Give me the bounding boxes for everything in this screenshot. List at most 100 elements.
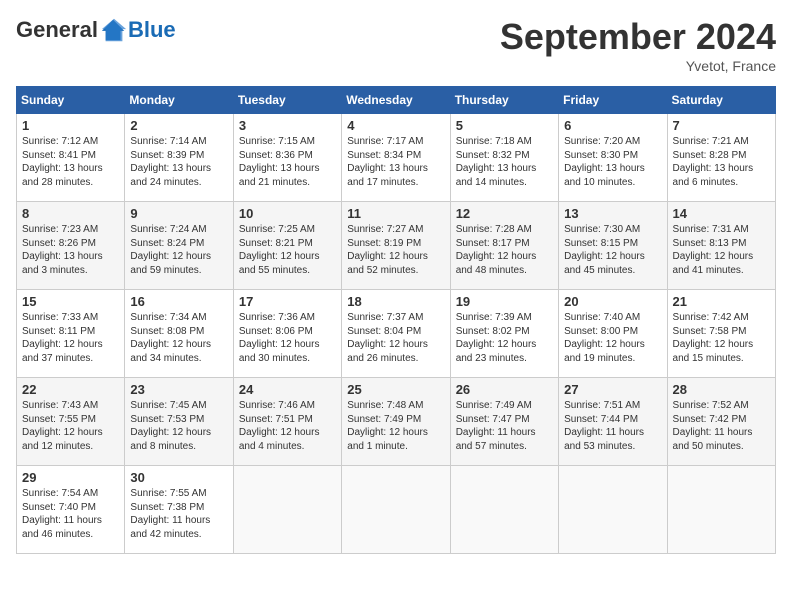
cell-content: Sunrise: 7:34 AM Sunset: 8:08 PM Dayligh…: [130, 311, 227, 365]
cell-content: Sunrise: 7:49 AM Sunset: 7:47 PM Dayligh…: [456, 399, 553, 453]
cell-content: Sunrise: 7:48 AM Sunset: 7:49 PM Dayligh…: [347, 399, 444, 453]
day-number: 20: [564, 294, 661, 309]
day-number: 13: [564, 206, 661, 221]
day-number: 11: [347, 206, 444, 221]
cell-content: Sunrise: 7:51 AM Sunset: 7:44 PM Dayligh…: [564, 399, 661, 453]
header-thursday: Thursday: [450, 87, 558, 114]
table-row: 17 Sunrise: 7:36 AM Sunset: 8:06 PM Dayli…: [233, 290, 341, 378]
table-row: 6Sunrise: 7:20 AM Sunset: 8:30 PM Daylig…: [559, 114, 667, 202]
cell-content: Sunrise: 7:25 AM Sunset: 8:21 PM Dayligh…: [239, 223, 336, 277]
day-number: 9: [130, 206, 227, 221]
calendar-week-row: 29 Sunrise: 7:54 AM Sunset: 7:40 PM Dayli…: [17, 466, 776, 554]
cell-content: Sunrise: 7:39 AM Sunset: 8:02 PM Dayligh…: [456, 311, 553, 365]
cell-content: Sunrise: 7:14 AM Sunset: 8:39 PM Dayligh…: [130, 135, 227, 189]
day-number: 29: [22, 470, 119, 485]
cell-content: Sunrise: 7:46 AM Sunset: 7:51 PM Dayligh…: [239, 399, 336, 453]
day-number: 15: [22, 294, 119, 309]
day-number: 14: [673, 206, 770, 221]
day-number: 1: [22, 118, 119, 133]
calendar-header-row: Sunday Monday Tuesday Wednesday Thursday…: [17, 87, 776, 114]
logo-icon: [100, 16, 128, 44]
month-title: September 2024: [500, 16, 776, 58]
cell-content: Sunrise: 7:33 AM Sunset: 8:11 PM Dayligh…: [22, 311, 119, 365]
day-number: 27: [564, 382, 661, 397]
logo: General Blue: [16, 16, 176, 44]
cell-content: Sunrise: 7:17 AM Sunset: 8:34 PM Dayligh…: [347, 135, 444, 189]
cell-content: Sunrise: 7:27 AM Sunset: 8:19 PM Dayligh…: [347, 223, 444, 277]
title-block: September 2024 Yvetot, France: [500, 16, 776, 74]
table-row: 19 Sunrise: 7:39 AM Sunset: 8:02 PM Dayli…: [450, 290, 558, 378]
table-row: 25 Sunrise: 7:48 AM Sunset: 7:49 PM Dayli…: [342, 378, 450, 466]
cell-content: Sunrise: 7:54 AM Sunset: 7:40 PM Dayligh…: [22, 487, 119, 541]
table-row: [233, 466, 341, 554]
day-number: 21: [673, 294, 770, 309]
cell-content: Sunrise: 7:31 AM Sunset: 8:13 PM Dayligh…: [673, 223, 770, 277]
header-saturday: Saturday: [667, 87, 775, 114]
page-header: General Blue September 2024 Yvetot, Fran…: [16, 16, 776, 74]
table-row: 16 Sunrise: 7:34 AM Sunset: 8:08 PM Dayli…: [125, 290, 233, 378]
cell-content: Sunrise: 7:18 AM Sunset: 8:32 PM Dayligh…: [456, 135, 553, 189]
day-number: 18: [347, 294, 444, 309]
day-number: 7: [673, 118, 770, 133]
day-number: 19: [456, 294, 553, 309]
table-row: 22 Sunrise: 7:43 AM Sunset: 7:55 PM Dayli…: [17, 378, 125, 466]
table-row: 24 Sunrise: 7:46 AM Sunset: 7:51 PM Dayli…: [233, 378, 341, 466]
day-number: 2: [130, 118, 227, 133]
calendar-week-row: 15 Sunrise: 7:33 AM Sunset: 8:11 PM Dayli…: [17, 290, 776, 378]
table-row: 18Sunrise: 7:37 AM Sunset: 8:04 PM Dayli…: [342, 290, 450, 378]
header-friday: Friday: [559, 87, 667, 114]
day-number: 30: [130, 470, 227, 485]
header-wednesday: Wednesday: [342, 87, 450, 114]
cell-content: Sunrise: 7:28 AM Sunset: 8:17 PM Dayligh…: [456, 223, 553, 277]
table-row: 3 Sunrise: 7:15 AM Sunset: 8:36 PM Daylig…: [233, 114, 341, 202]
cell-content: Sunrise: 7:30 AM Sunset: 8:15 PM Dayligh…: [564, 223, 661, 277]
cell-content: Sunrise: 7:40 AM Sunset: 8:00 PM Dayligh…: [564, 311, 661, 365]
day-number: 25: [347, 382, 444, 397]
table-row: 7 Sunrise: 7:21 AM Sunset: 8:28 PM Daylig…: [667, 114, 775, 202]
table-row: 14 Sunrise: 7:31 AM Sunset: 8:13 PM Dayli…: [667, 202, 775, 290]
table-row: 27 Sunrise: 7:51 AM Sunset: 7:44 PM Dayli…: [559, 378, 667, 466]
table-row: [450, 466, 558, 554]
day-number: 26: [456, 382, 553, 397]
day-number: 22: [22, 382, 119, 397]
cell-content: Sunrise: 7:36 AM Sunset: 8:06 PM Dayligh…: [239, 311, 336, 365]
table-row: 30Sunrise: 7:55 AM Sunset: 7:38 PM Dayli…: [125, 466, 233, 554]
table-row: 2 Sunrise: 7:14 AM Sunset: 8:39 PM Daylig…: [125, 114, 233, 202]
table-row: 28Sunrise: 7:52 AM Sunset: 7:42 PM Dayli…: [667, 378, 775, 466]
table-row: 8Sunrise: 7:23 AM Sunset: 8:26 PM Daylig…: [17, 202, 125, 290]
cell-content: Sunrise: 7:24 AM Sunset: 8:24 PM Dayligh…: [130, 223, 227, 277]
table-row: 15 Sunrise: 7:33 AM Sunset: 8:11 PM Dayli…: [17, 290, 125, 378]
calendar-table: Sunday Monday Tuesday Wednesday Thursday…: [16, 86, 776, 554]
table-row: [342, 466, 450, 554]
table-row: 1 Sunrise: 7:12 AM Sunset: 8:41 PM Daylig…: [17, 114, 125, 202]
table-row: 29 Sunrise: 7:54 AM Sunset: 7:40 PM Dayli…: [17, 466, 125, 554]
day-number: 24: [239, 382, 336, 397]
logo-general-text: General: [16, 17, 98, 43]
day-number: 23: [130, 382, 227, 397]
cell-content: Sunrise: 7:15 AM Sunset: 8:36 PM Dayligh…: [239, 135, 336, 189]
location-text: Yvetot, France: [500, 58, 776, 74]
calendar-week-row: 8Sunrise: 7:23 AM Sunset: 8:26 PM Daylig…: [17, 202, 776, 290]
day-number: 4: [347, 118, 444, 133]
day-number: 8: [22, 206, 119, 221]
cell-content: Sunrise: 7:12 AM Sunset: 8:41 PM Dayligh…: [22, 135, 119, 189]
cell-content: Sunrise: 7:21 AM Sunset: 8:28 PM Dayligh…: [673, 135, 770, 189]
day-number: 3: [239, 118, 336, 133]
day-number: 16: [130, 294, 227, 309]
table-row: [559, 466, 667, 554]
header-monday: Monday: [125, 87, 233, 114]
table-row: 11 Sunrise: 7:27 AM Sunset: 8:19 PM Dayli…: [342, 202, 450, 290]
day-number: 5: [456, 118, 553, 133]
table-row: 26 Sunrise: 7:49 AM Sunset: 7:47 PM Dayli…: [450, 378, 558, 466]
cell-content: Sunrise: 7:52 AM Sunset: 7:42 PM Dayligh…: [673, 399, 770, 453]
cell-content: Sunrise: 7:43 AM Sunset: 7:55 PM Dayligh…: [22, 399, 119, 453]
table-row: 10Sunrise: 7:25 AM Sunset: 8:21 PM Dayli…: [233, 202, 341, 290]
day-number: 17: [239, 294, 336, 309]
table-row: 13 Sunrise: 7:30 AM Sunset: 8:15 PM Dayli…: [559, 202, 667, 290]
table-row: 21 Sunrise: 7:42 AM Sunset: 7:58 PM Dayli…: [667, 290, 775, 378]
cell-content: Sunrise: 7:42 AM Sunset: 7:58 PM Dayligh…: [673, 311, 770, 365]
table-row: [667, 466, 775, 554]
calendar-week-row: 1 Sunrise: 7:12 AM Sunset: 8:41 PM Daylig…: [17, 114, 776, 202]
logo-blue-text: Blue: [128, 17, 176, 43]
cell-content: Sunrise: 7:20 AM Sunset: 8:30 PM Dayligh…: [564, 135, 661, 189]
